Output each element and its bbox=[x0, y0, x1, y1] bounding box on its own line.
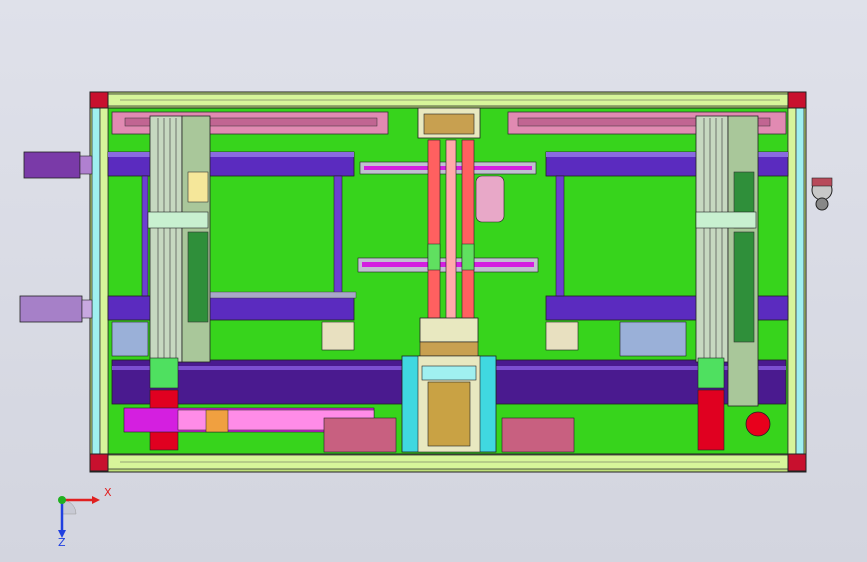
cad-viewport[interactable]: X Z bbox=[0, 0, 867, 562]
machine-assembly-model[interactable] bbox=[0, 0, 867, 562]
left-motor-block[interactable] bbox=[111, 321, 149, 357]
middle-left-linear-rail[interactable] bbox=[107, 295, 355, 321]
coordinate-triad-icon: X Z bbox=[58, 486, 112, 548]
axis-x-label: X bbox=[104, 486, 112, 499]
emergency-stop-button[interactable] bbox=[745, 411, 771, 437]
left-clamp-block[interactable] bbox=[321, 321, 355, 351]
right-frame-rail bbox=[787, 107, 797, 455]
left-upper-servo-motor[interactable] bbox=[23, 151, 93, 179]
left-storage-box[interactable] bbox=[323, 417, 397, 453]
axis-z-label: Z bbox=[58, 536, 66, 548]
left-lower-servo-motor[interactable] bbox=[19, 295, 93, 323]
left-frame-rail bbox=[91, 107, 101, 455]
right-side-valve[interactable] bbox=[811, 177, 833, 211]
right-motor-block[interactable] bbox=[619, 321, 687, 357]
right-storage-box[interactable] bbox=[501, 417, 575, 453]
right-clamp-block[interactable] bbox=[545, 321, 579, 351]
